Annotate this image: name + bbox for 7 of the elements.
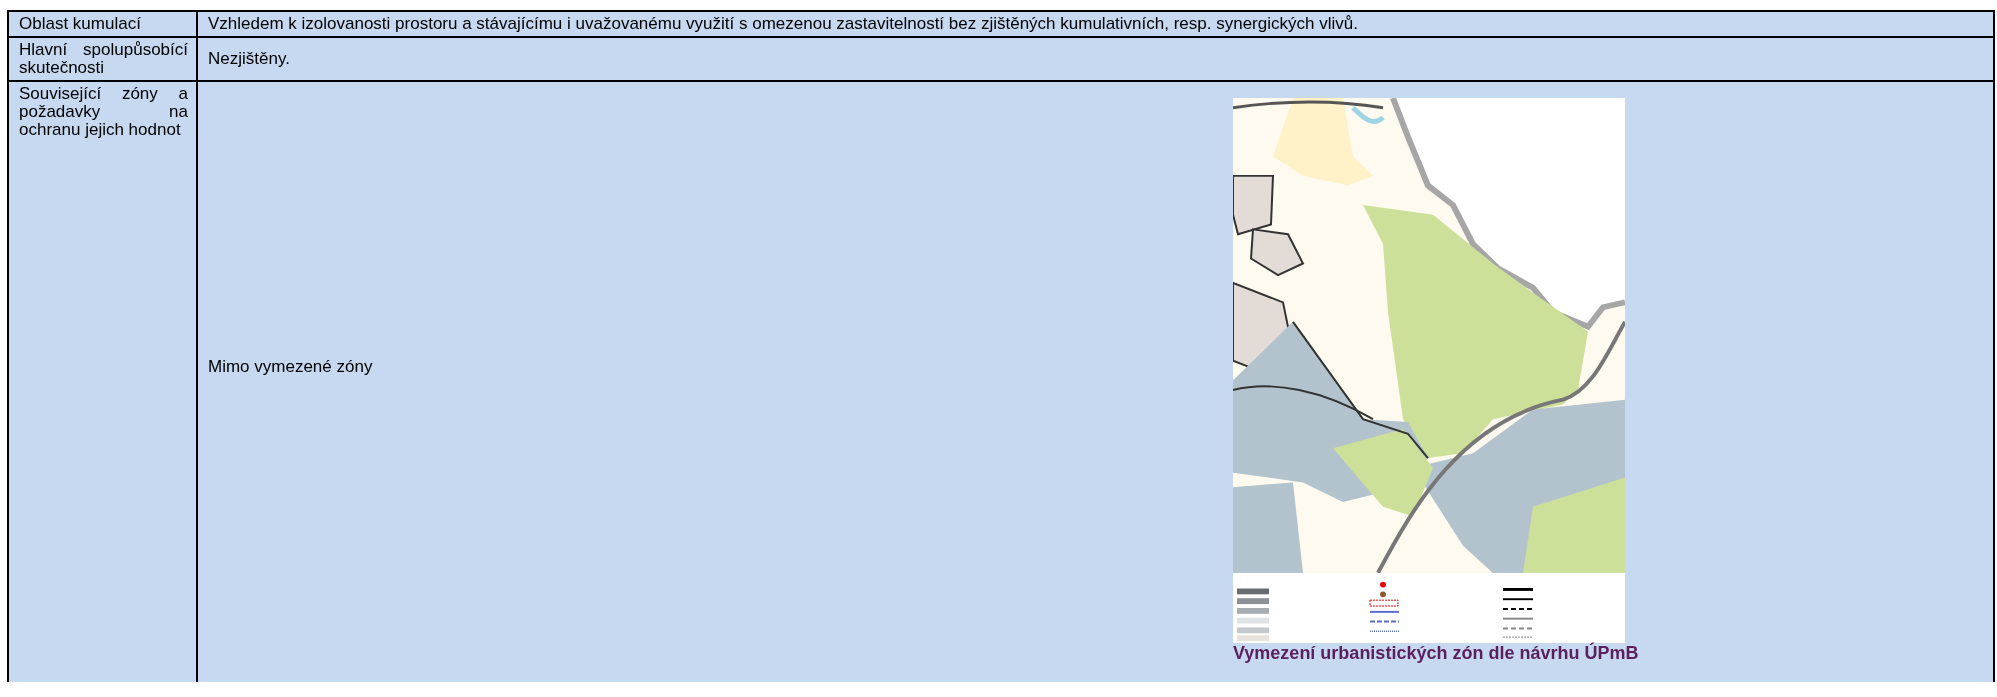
row-value: Mimo vymezené zóny xyxy=(208,358,374,376)
row-label: Související zóny a požadavky na ochranu jejich hodnot xyxy=(9,82,198,682)
row-value: Nezjištěny. xyxy=(198,38,1995,80)
row-label: Oblast kumulací xyxy=(9,12,198,36)
figure-caption: Vymezení urbanistických zón dle návrhu ÚPmB xyxy=(1233,643,1639,664)
row-label: Hlavní spolupůsobící skutečnosti xyxy=(9,38,198,80)
row-value: Vzhledem k izolovanosti prostoru a stávajícímu i uvažovanému využití s omezenou zastavitelností bez zjištěných kumulativních, resp. synergických vlivů. xyxy=(198,12,1995,36)
